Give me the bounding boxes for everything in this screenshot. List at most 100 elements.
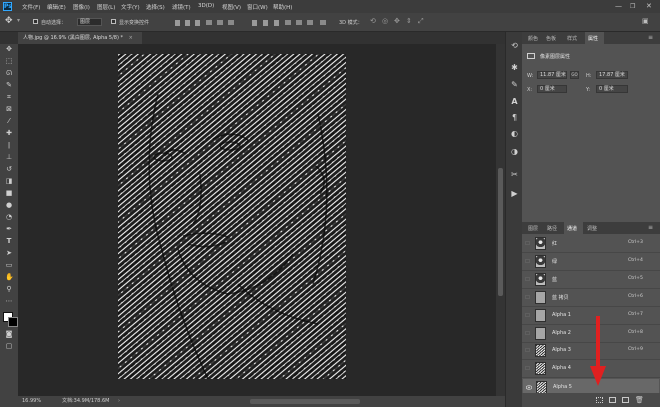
tab-styles[interactable]: 样式 [567, 35, 577, 42]
delete-channel-icon[interactable]: 🗑 [635, 396, 644, 404]
align-right-icon[interactable] [228, 20, 234, 25]
panel-menu-icon[interactable]: ≡ [648, 34, 653, 41]
actions-play-icon[interactable]: ▶ [509, 188, 520, 199]
brushes-icon[interactable]: ✎ [509, 79, 520, 90]
visibility-toggle[interactable] [525, 330, 530, 335]
menu-image[interactable]: 图像(I) [73, 3, 90, 11]
rectangle-tool-icon[interactable]: ▭ [5, 261, 13, 269]
brush-settings-icon[interactable]: ✱ [509, 62, 520, 73]
align-bottom-icon[interactable] [195, 20, 200, 26]
horizontal-scroll-thumb[interactable] [250, 399, 360, 404]
restore-icon[interactable]: ❐ [630, 3, 635, 10]
new-channel-icon[interactable] [622, 397, 629, 403]
distribute-left-icon[interactable] [285, 20, 291, 25]
width-field[interactable]: 11.87 厘米 [537, 71, 567, 79]
quick-mask-icon[interactable]: ◙ [5, 330, 13, 338]
history-brush-tool-icon[interactable]: ↺ [5, 165, 13, 173]
distribute-top-icon[interactable] [252, 20, 257, 26]
zoom-tool-icon[interactable]: ⚲ [5, 285, 13, 293]
healing-brush-tool-icon[interactable]: ✚ [5, 129, 13, 137]
quick-select-tool-icon[interactable]: ✎ [5, 81, 13, 89]
hand-tool-icon[interactable]: ✋ [5, 273, 14, 281]
paragraph-icon[interactable]: ¶ [509, 112, 520, 123]
distribute-right-icon[interactable] [307, 20, 313, 25]
visibility-toggle[interactable] [525, 294, 530, 299]
eye-icon[interactable] [525, 385, 533, 390]
tab-adjustments[interactable]: 调整 [587, 225, 597, 232]
menu-view[interactable]: 视图(V) [222, 3, 241, 11]
channel-row[interactable]: 绿 Ctrl+4 [522, 253, 660, 271]
character-icon[interactable]: A [509, 96, 520, 107]
path-selection-tool-icon[interactable]: ➤ [5, 249, 13, 257]
menu-file[interactable]: 文件(F) [22, 3, 40, 11]
eraser-tool-icon[interactable]: ◨ [5, 177, 13, 185]
zoom-level[interactable]: 16.99% [22, 396, 41, 407]
styles-icon[interactable]: ◑ [509, 146, 520, 157]
show-transform-checkbox[interactable] [111, 19, 116, 24]
background-color-swatch[interactable] [8, 317, 18, 327]
lasso-tool-icon[interactable]: ᘏ [5, 69, 13, 77]
menu-layer[interactable]: 图层(L) [97, 3, 115, 11]
tab-layers[interactable]: 图层 [528, 225, 538, 232]
tab-swatches[interactable]: 色板 [546, 35, 556, 42]
document-image[interactable] [118, 54, 346, 379]
document-tab[interactable]: 人物.jpg @ 16.9% (黑白图层, Alpha 5/8) * × [18, 32, 142, 44]
menu-filter[interactable]: 滤镜(T) [172, 3, 191, 11]
visibility-toggle[interactable] [525, 241, 530, 245]
crop-tool-icon[interactable]: ⌗ [5, 93, 13, 101]
more-tools-icon[interactable]: ⋯ [5, 297, 13, 305]
adjustments-icon[interactable]: ◐ [509, 128, 520, 139]
align-hcenter-icon[interactable] [217, 20, 223, 25]
menu-3d[interactable]: 3D(D) [198, 3, 214, 9]
frame-tool-icon[interactable]: ⊠ [5, 105, 13, 113]
menu-type[interactable]: 文字(Y) [121, 3, 140, 11]
distribute-bottom-icon[interactable] [274, 20, 279, 26]
screen-mode-icon[interactable]: ▢ [5, 342, 13, 350]
channel-row[interactable]: 红 Ctrl+3 [522, 235, 660, 253]
history-icon[interactable]: ⟲ [509, 40, 520, 51]
visibility-toggle[interactable] [525, 276, 530, 281]
save-selection-icon[interactable] [609, 397, 616, 403]
blur-tool-icon[interactable]: ● [5, 201, 13, 209]
eyedropper-tool-icon[interactable]: ⁄ [5, 117, 13, 125]
visibility-toggle[interactable] [525, 348, 530, 353]
visibility-toggle[interactable] [525, 366, 530, 371]
gradient-tool-icon[interactable]: ■ [5, 189, 13, 197]
x-field[interactable]: 0 厘米 [537, 85, 567, 93]
3d-slide-icon[interactable]: ⇕ [406, 17, 412, 25]
auto-select-checkbox[interactable] [33, 19, 38, 24]
tab-close-icon[interactable]: × [129, 35, 133, 41]
distribute-hcenter-icon[interactable] [296, 20, 302, 25]
3d-roll-icon[interactable]: ◎ [382, 17, 388, 25]
distribute-vcenter-icon[interactable] [263, 20, 268, 26]
load-selection-icon[interactable] [596, 397, 603, 403]
channels-menu-icon[interactable]: ≡ [648, 224, 653, 231]
height-field[interactable]: 17.87 厘米 [596, 71, 628, 79]
align-vcenter-icon[interactable] [185, 20, 190, 26]
y-field[interactable]: 0 厘米 [596, 85, 628, 93]
tab-properties[interactable]: 属性 [588, 35, 598, 42]
type-tool-icon[interactable]: T [5, 237, 13, 245]
workspace-icon[interactable]: ▣ [642, 17, 649, 25]
visibility-toggle[interactable] [525, 312, 530, 317]
vertical-scroll-thumb[interactable] [498, 168, 503, 296]
marquee-tool-icon[interactable]: ⬚ [5, 57, 13, 65]
align-top-icon[interactable] [175, 20, 180, 26]
visibility-toggle[interactable] [525, 258, 530, 263]
3d-drag-icon[interactable]: ✥ [394, 17, 400, 25]
status-menu-icon[interactable]: › [118, 396, 120, 407]
menu-select[interactable]: 选择(S) [146, 3, 165, 11]
link-dimensions-button[interactable]: GO [570, 71, 579, 79]
auto-align-icon[interactable] [320, 20, 326, 25]
chevron-down-icon[interactable]: ▾ [17, 17, 20, 24]
tab-paths[interactable]: 路径 [547, 225, 557, 232]
auto-select-dropdown[interactable]: 图层 [77, 18, 102, 26]
minimize-icon[interactable]: — [615, 2, 622, 10]
tab-channels[interactable]: 通道 [567, 225, 577, 232]
channel-row[interactable]: 蓝 拷贝 Ctrl+6 [522, 289, 660, 307]
close-window-icon[interactable]: ✕ [646, 2, 652, 10]
align-left-icon[interactable] [206, 20, 212, 25]
tab-color[interactable]: 颜色 [528, 35, 538, 42]
menu-window[interactable]: 窗口(W) [247, 3, 268, 11]
tools-presets-icon[interactable]: ✂ [509, 169, 520, 180]
